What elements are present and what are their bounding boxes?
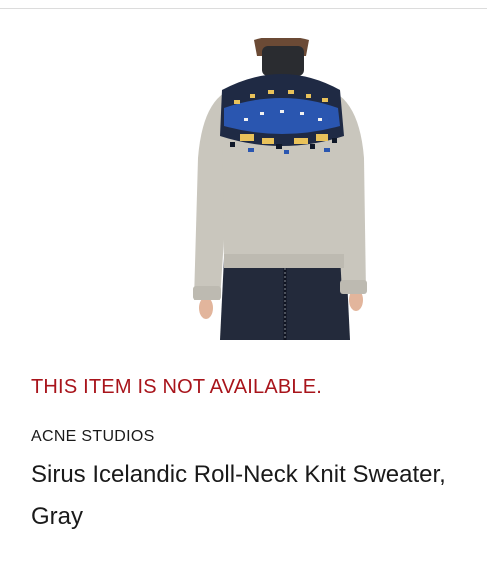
product-title: Sirus Icelandic Roll-Neck Knit Sweater, … [31, 461, 446, 530]
product-image[interactable] [184, 38, 374, 340]
sweater-illustration [193, 38, 367, 340]
availability-status: THIS ITEM IS NOT AVAILABLE. [31, 376, 323, 398]
top-divider [0, 8, 487, 9]
brand-name[interactable]: ACNE STUDIOS [31, 428, 155, 446]
